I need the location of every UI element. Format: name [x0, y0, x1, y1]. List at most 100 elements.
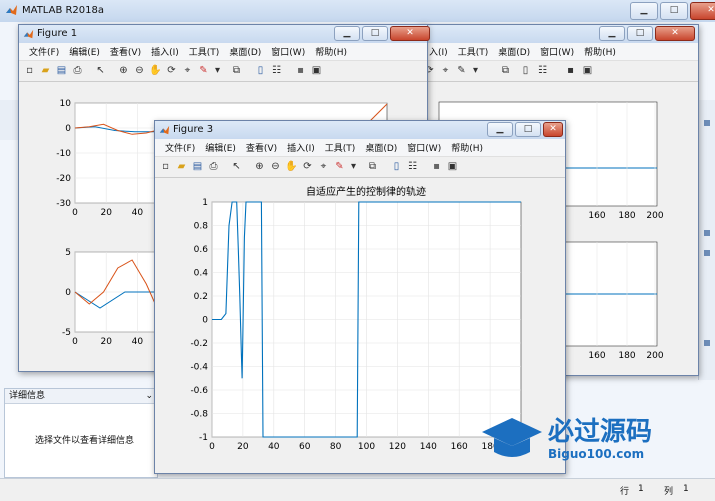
minimize-button[interactable]: ▁ — [630, 2, 658, 20]
fig3-menu-view[interactable]: 查看(V) — [242, 139, 283, 156]
y-tick-label: -0.4 — [190, 363, 208, 373]
fig3-menu-edit[interactable]: 编辑(E) — [201, 139, 242, 156]
y-tick-label: 10 — [60, 99, 72, 109]
fig3-minimize-button[interactable]: ▁ — [487, 122, 513, 137]
rotate-icon[interactable]: ⟳ — [165, 64, 178, 77]
show-plot-icon[interactable]: ▣ — [310, 64, 323, 77]
panel-marker-icon — [704, 250, 710, 256]
pointer-icon[interactable]: ↖ — [94, 64, 107, 77]
fig1-menu-file[interactable]: 文件(F) — [25, 43, 65, 60]
y-tick-label: 0.2 — [194, 292, 208, 302]
figure1-title-bar: Figure 1 ▁ □ ✕ — [19, 25, 430, 43]
status-handle — [0, 479, 14, 499]
status-row-label: 行 — [620, 487, 630, 497]
print-icon[interactable]: ⎙ — [71, 64, 84, 77]
colorbar-icon[interactable]: ▯ — [519, 64, 532, 77]
chevron-down-icon[interactable]: ⌄ — [145, 389, 153, 403]
print-icon[interactable]: ⎙ — [207, 160, 220, 173]
fig2-menu-window[interactable]: 窗口(W) — [536, 43, 580, 60]
fig1-menu-edit[interactable]: 编辑(E) — [65, 43, 106, 60]
zoom-in-icon[interactable]: ⊕ — [117, 64, 130, 77]
save-icon[interactable]: ▤ — [191, 160, 204, 173]
save-icon[interactable]: ▤ — [55, 64, 68, 77]
zoom-out-icon[interactable]: ⊖ — [269, 160, 282, 173]
fig3-menu-desktop[interactable]: 桌面(D) — [361, 139, 403, 156]
fig1-menu-window[interactable]: 窗口(W) — [267, 43, 311, 60]
maximize-button[interactable]: □ — [660, 2, 688, 20]
x-tick-label: 160 — [588, 351, 605, 361]
legend-icon[interactable]: ☷ — [406, 160, 419, 173]
zoom-out-icon[interactable]: ⊖ — [133, 64, 146, 77]
watermark-logo: 必过源码 Biguo100.com — [482, 417, 652, 461]
y-tick-label: -20 — [56, 174, 71, 184]
fig3-close-button[interactable]: ✕ — [543, 122, 563, 137]
fig1-menu-desktop[interactable]: 桌面(D) — [225, 43, 267, 60]
brush-icon[interactable]: ✎ — [197, 64, 210, 77]
y-tick-label: -10 — [56, 149, 71, 159]
fig1-menu-tools[interactable]: 工具(T) — [185, 43, 226, 60]
pan-icon[interactable]: ✋ — [285, 160, 298, 173]
legend-icon[interactable]: ☷ — [270, 64, 283, 77]
y-tick-label: 0.6 — [194, 245, 209, 255]
x-tick-label: 40 — [132, 337, 144, 347]
hide-plot-icon[interactable]: ▪ — [564, 64, 577, 77]
new-figure-icon[interactable]: ▫ — [23, 64, 36, 77]
brush-icon[interactable]: ✎ — [333, 160, 346, 173]
hide-plot-icon[interactable]: ▪ — [430, 160, 443, 173]
fig2-menu-insert[interactable]: 入(I) — [425, 43, 454, 60]
legend-icon[interactable]: ☷ — [536, 64, 549, 77]
datatip-icon[interactable]: ⌖ — [439, 64, 452, 77]
x-tick-label: 60 — [299, 442, 311, 452]
fig2-minimize-button[interactable]: ▁ — [599, 26, 625, 41]
link-icon[interactable]: ⧉ — [499, 64, 512, 77]
colorbar-icon[interactable]: ▯ — [390, 160, 403, 173]
fig2-menu-tools[interactable]: 工具(T) — [454, 43, 495, 60]
show-plot-icon[interactable]: ▣ — [446, 160, 459, 173]
fig1-close-button[interactable]: ✕ — [390, 26, 430, 41]
fig1-menu-insert[interactable]: 插入(I) — [147, 43, 185, 60]
fig2-close-button[interactable]: ✕ — [655, 26, 695, 41]
dropdown-icon[interactable]: ▾ — [469, 64, 482, 77]
fig3-menu-window[interactable]: 窗口(W) — [403, 139, 447, 156]
colorbar-icon[interactable]: ▯ — [254, 64, 267, 77]
figure3-title: Figure 3 — [173, 124, 214, 135]
fig2-menu-desktop[interactable]: 桌面(D) — [494, 43, 536, 60]
x-tick-label: 180 — [618, 351, 635, 361]
details-message: 选择文件以查看详细信息 — [35, 436, 135, 446]
close-button[interactable]: ✕ — [690, 2, 715, 20]
fig1-maximize-button[interactable]: □ — [362, 26, 388, 41]
dropdown-icon[interactable]: ▾ — [211, 64, 224, 77]
link-icon[interactable]: ⧉ — [230, 64, 243, 77]
new-figure-icon[interactable]: ▫ — [159, 160, 172, 173]
datatip-icon[interactable]: ⌖ — [317, 160, 330, 173]
dropdown-icon[interactable]: ▾ — [347, 160, 360, 173]
link-icon[interactable]: ⧉ — [366, 160, 379, 173]
fig3-menu-tools[interactable]: 工具(T) — [321, 139, 362, 156]
fig1-minimize-button[interactable]: ▁ — [334, 26, 360, 41]
fig2-maximize-button[interactable]: □ — [627, 26, 653, 41]
fig1-menu-help[interactable]: 帮助(H) — [311, 43, 353, 60]
fig3-menu-bar: 文件(F) 编辑(E) 查看(V) 插入(I) 工具(T) 桌面(D) 窗口(W… — [155, 139, 565, 157]
pointer-icon[interactable]: ↖ — [230, 160, 243, 173]
fig3-menu-insert[interactable]: 插入(I) — [283, 139, 321, 156]
datatip-icon[interactable]: ⌖ — [181, 64, 194, 77]
x-tick-label: 40 — [268, 442, 280, 452]
hide-plot-icon[interactable]: ▪ — [294, 64, 307, 77]
x-tick-label: 200 — [646, 351, 663, 361]
fig2-menu-help[interactable]: 帮助(H) — [580, 43, 622, 60]
details-header[interactable]: 详细信息 ⌄ — [5, 389, 157, 404]
fig3-maximize-button[interactable]: □ — [515, 122, 541, 137]
fig1-menu-view[interactable]: 查看(V) — [106, 43, 147, 60]
fig3-menu-file[interactable]: 文件(F) — [161, 139, 201, 156]
y-tick-label: -0.6 — [190, 386, 208, 396]
brush-icon[interactable]: ✎ — [455, 64, 468, 77]
figure3-title-bar: Figure 3 ▁ □ ✕ — [155, 121, 565, 139]
open-file-icon[interactable]: ▰ — [39, 64, 52, 77]
show-plot-icon[interactable]: ▣ — [581, 64, 594, 77]
fig3-menu-help[interactable]: 帮助(H) — [447, 139, 489, 156]
pan-icon[interactable]: ✋ — [149, 64, 162, 77]
zoom-in-icon[interactable]: ⊕ — [253, 160, 266, 173]
open-file-icon[interactable]: ▰ — [175, 160, 188, 173]
matlab-logo-icon — [23, 29, 34, 39]
rotate-icon[interactable]: ⟳ — [301, 160, 314, 173]
